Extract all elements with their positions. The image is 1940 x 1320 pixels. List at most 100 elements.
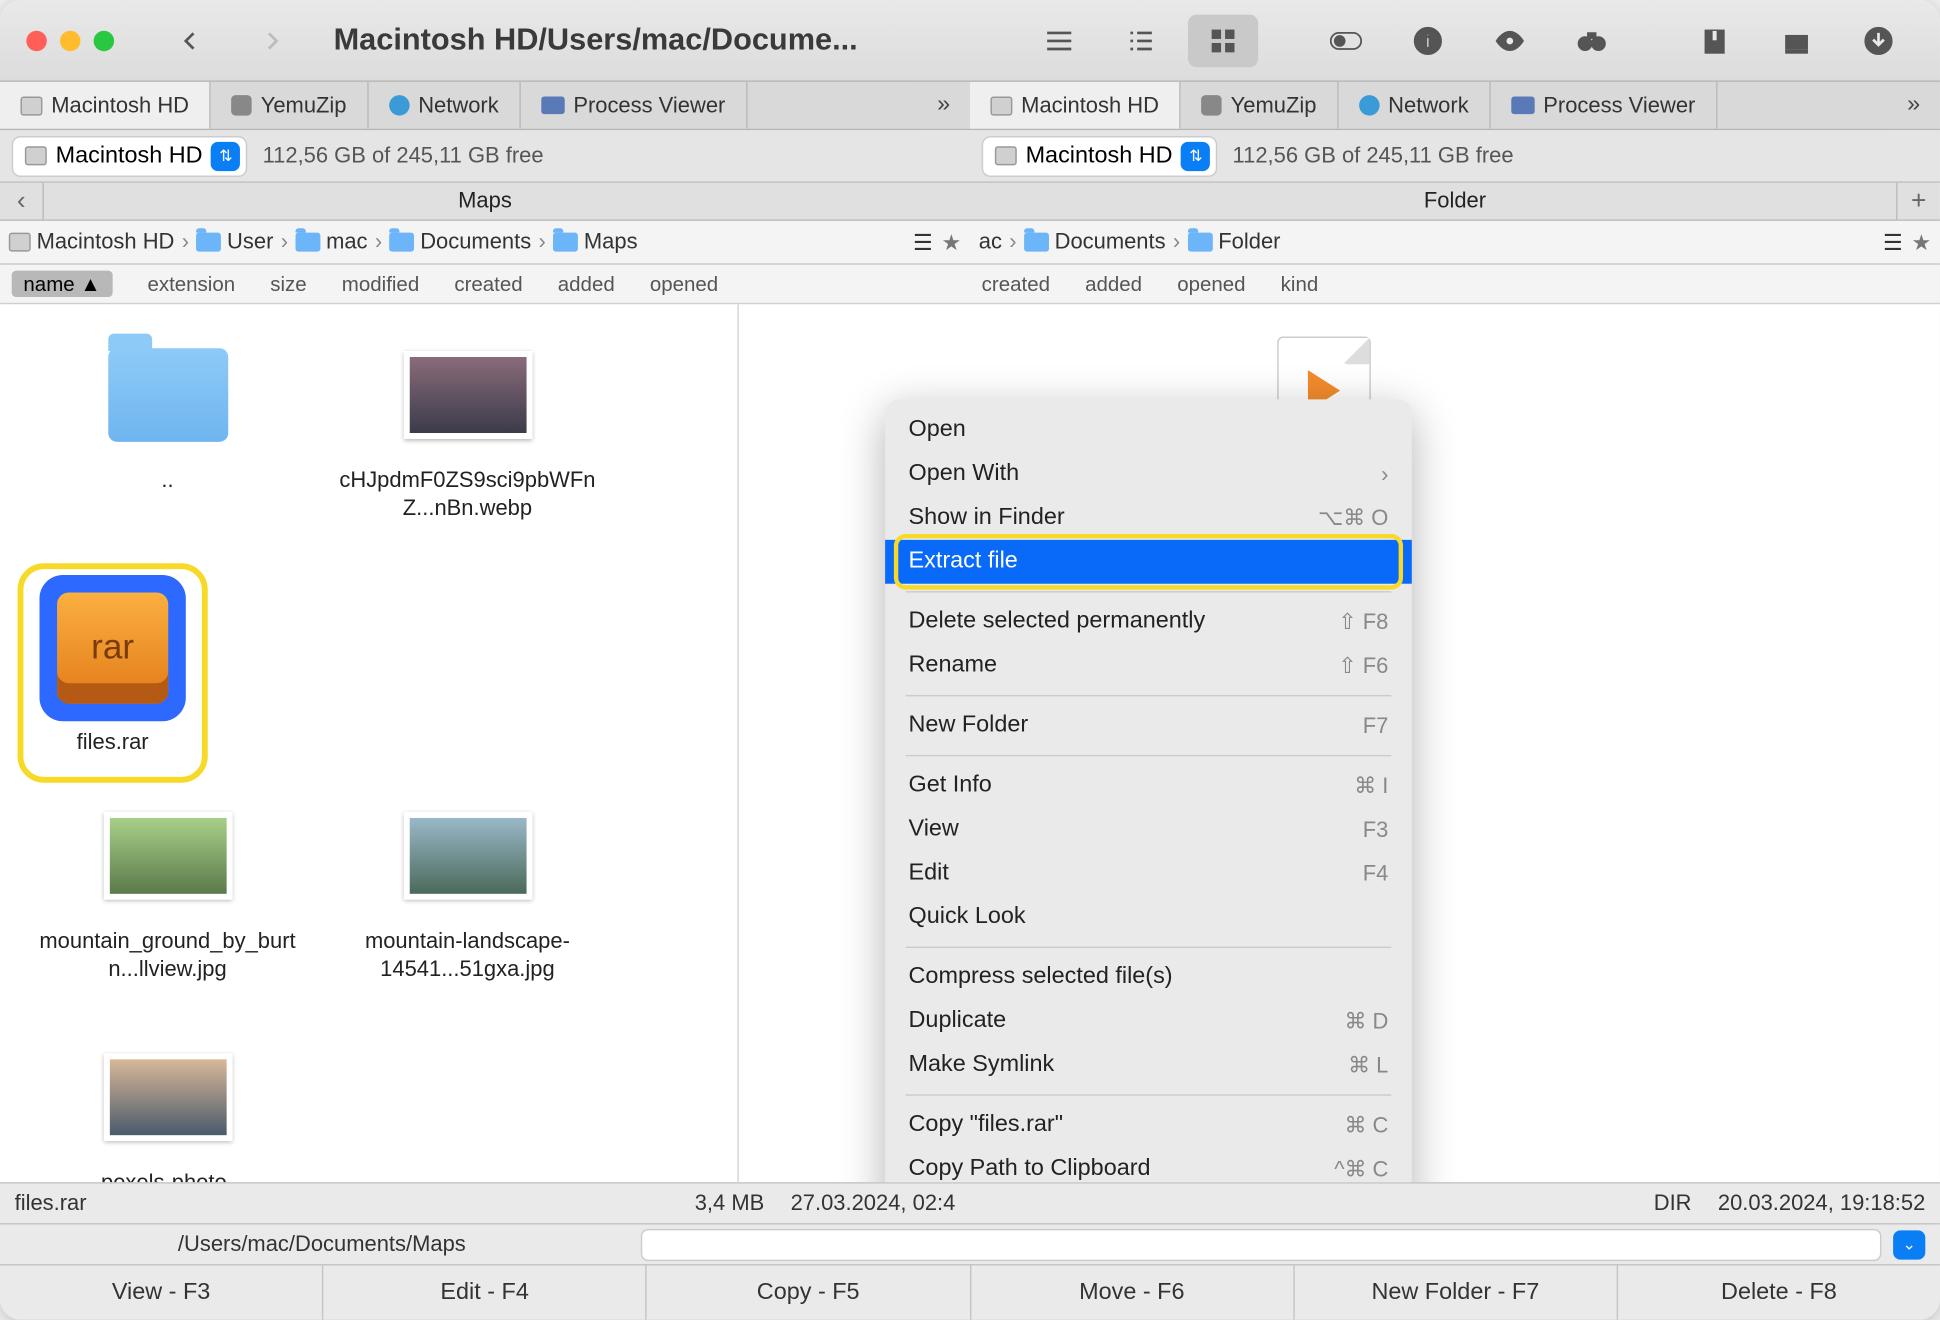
file-item[interactable]: cHJpdmF0ZS9sci9pbWFnZ...nBn.webp	[317, 322, 617, 563]
view-grid-icon[interactable]	[1188, 14, 1258, 67]
forward-button[interactable]	[237, 17, 307, 64]
fkey-delete[interactable]: Delete - F8	[1618, 1265, 1940, 1319]
back-button[interactable]	[155, 17, 225, 64]
ctx-extract-file[interactable]: Extract file	[885, 540, 1412, 584]
chevron-right-icon: ›	[1381, 462, 1388, 487]
toggle-switch-icon[interactable]	[1311, 14, 1381, 67]
fkey-move[interactable]: Move - F6	[971, 1265, 1295, 1319]
status-date: 20.03.2024, 19:18:52	[1718, 1191, 1925, 1216]
function-key-bar: View - F3 Edit - F4 Copy - F5 Move - F6 …	[0, 1264, 1940, 1320]
star-icon[interactable]: ★	[942, 229, 962, 255]
tab-yemuzip[interactable]: YemuZip	[211, 82, 369, 129]
tab-process-viewer[interactable]: Process Viewer	[521, 82, 748, 129]
image-icon	[103, 1053, 232, 1141]
fkey-edit[interactable]: Edit - F4	[324, 1265, 648, 1319]
tab-network[interactable]: Network	[368, 82, 520, 129]
sort-size[interactable]: size	[270, 272, 306, 295]
ctx-show-in-finder[interactable]: Show in Finder⌥⌘ O	[885, 496, 1412, 540]
file-item[interactable]: mountain_ground_by_burtn...llview.jpg	[18, 783, 318, 1024]
tab-macintosh-hd[interactable]: Macintosh HD	[0, 82, 211, 129]
ctx-make-symlink[interactable]: Make Symlink⌘ L	[885, 1043, 1412, 1087]
separator	[906, 755, 1392, 756]
list-icon[interactable]: ☰	[1883, 229, 1903, 255]
breadcrumb-left[interactable]: Macintosh HD› User› mac› Documents› Maps…	[0, 221, 970, 263]
ctx-compress[interactable]: Compress selected file(s)	[885, 955, 1412, 999]
ctx-view[interactable]: ViewF3	[885, 808, 1412, 852]
view-list-icon[interactable]	[1024, 14, 1094, 67]
file-item-selected[interactable]: rar files.rar	[18, 563, 208, 782]
svg-text:i: i	[1425, 30, 1430, 51]
volume-selector-left[interactable]: Macintosh HD ⇅	[12, 135, 248, 176]
collapse-button[interactable]: ‹	[0, 183, 44, 220]
tab-overflow-button[interactable]: »	[1887, 82, 1940, 129]
sort-added[interactable]: added	[558, 272, 615, 295]
ctx-rename[interactable]: Rename⇧ F6	[885, 644, 1412, 688]
file-item[interactable]: mountain-landscape-14541...51gxa.jpg	[317, 783, 617, 1024]
ctx-quick-look[interactable]: Quick Look	[885, 895, 1412, 939]
sort-name[interactable]: name ▲	[12, 271, 113, 297]
hd-icon	[9, 233, 31, 252]
tab-macintosh-hd[interactable]: Macintosh HD	[970, 82, 1181, 129]
sort-opened[interactable]: opened	[1177, 272, 1245, 295]
ctx-open-with[interactable]: Open With›	[885, 452, 1412, 496]
preview-icon[interactable]	[1475, 14, 1545, 67]
shortcut-label: ⌘ D	[1344, 1008, 1388, 1034]
file-item[interactable]: pexels-photo-5687913.jpeg	[18, 1024, 318, 1182]
fkey-new-folder[interactable]: New Folder - F7	[1294, 1265, 1618, 1319]
ctx-copy-file[interactable]: Copy "files.rar"⌘ C	[885, 1103, 1412, 1147]
breadcrumb-right[interactable]: ac› Documents› Folder ☰★	[970, 221, 1940, 263]
minimize-icon[interactable]	[60, 30, 80, 50]
archive-icon[interactable]	[1680, 14, 1750, 67]
star-icon[interactable]: ★	[1911, 229, 1931, 255]
tab-process-viewer[interactable]: Process Viewer	[1491, 82, 1718, 129]
sort-modified[interactable]: modified	[342, 272, 419, 295]
ctx-copy-path[interactable]: Copy Path to Clipboard^⌘ C	[885, 1147, 1412, 1182]
ctx-delete[interactable]: Delete selected permanently⇧ F8	[885, 600, 1412, 644]
sort-header-left: name ▲ extension size modified created a…	[0, 265, 970, 303]
sort-extension[interactable]: extension	[147, 272, 235, 295]
download-icon[interactable]	[1843, 14, 1913, 67]
binoculars-icon[interactable]	[1557, 14, 1627, 67]
ctx-new-folder[interactable]: New FolderF7	[885, 704, 1412, 748]
tab-bar-left: Macintosh HD YemuZip Network Process Vie…	[0, 82, 970, 129]
sort-header-right: created added opened kind	[970, 265, 1940, 303]
ctx-get-info[interactable]: Get Info⌘ I	[885, 764, 1412, 808]
image-icon	[103, 812, 232, 900]
breadcrumb-row: Macintosh HD› User› mac› Documents› Maps…	[0, 221, 1940, 265]
ctx-edit[interactable]: EditF4	[885, 851, 1412, 895]
close-icon[interactable]	[26, 30, 46, 50]
view-columns-icon[interactable]	[1106, 14, 1176, 67]
image-icon	[403, 812, 532, 900]
tab-label: Macintosh HD	[1021, 93, 1159, 118]
folder-heading-left: Maps	[458, 189, 512, 214]
path-dropdown-button[interactable]: ⌄	[1893, 1230, 1925, 1259]
ctx-open[interactable]: Open	[885, 408, 1412, 452]
file-label: mountain_ground_by_burtn...llview.jpg	[36, 929, 299, 984]
path-input[interactable]	[641, 1228, 1882, 1260]
ctx-duplicate[interactable]: Duplicate⌘ D	[885, 999, 1412, 1043]
tab-overflow-button[interactable]: »	[917, 82, 970, 129]
info-icon[interactable]: i	[1393, 14, 1463, 67]
separator	[906, 591, 1392, 592]
file-item[interactable]: ..	[18, 322, 318, 563]
left-pane[interactable]: .. cHJpdmF0ZS9sci9pbWFnZ...nBn.webp rar …	[0, 304, 737, 1182]
sort-added[interactable]: added	[1085, 272, 1142, 295]
volume-selector-right[interactable]: Macintosh HD ⇅	[982, 135, 1218, 176]
list-icon[interactable]: ☰	[913, 229, 933, 255]
fkey-copy[interactable]: Copy - F5	[647, 1265, 971, 1319]
sort-created[interactable]: created	[454, 272, 522, 295]
sort-created[interactable]: created	[982, 272, 1050, 295]
shortcut-label: ⌘ L	[1348, 1052, 1388, 1078]
app-icon	[1201, 95, 1221, 115]
server-icon[interactable]	[1761, 14, 1831, 67]
folder-icon	[389, 233, 414, 252]
fkey-view[interactable]: View - F3	[0, 1265, 324, 1319]
folder-icon	[553, 233, 578, 252]
sort-opened[interactable]: opened	[650, 272, 718, 295]
fullscreen-icon[interactable]	[94, 30, 114, 50]
hd-icon	[995, 146, 1017, 165]
tab-network[interactable]: Network	[1338, 82, 1490, 129]
sort-kind[interactable]: kind	[1281, 272, 1319, 295]
tab-yemuzip[interactable]: YemuZip	[1181, 82, 1339, 129]
new-tab-button[interactable]: +	[1896, 183, 1940, 220]
